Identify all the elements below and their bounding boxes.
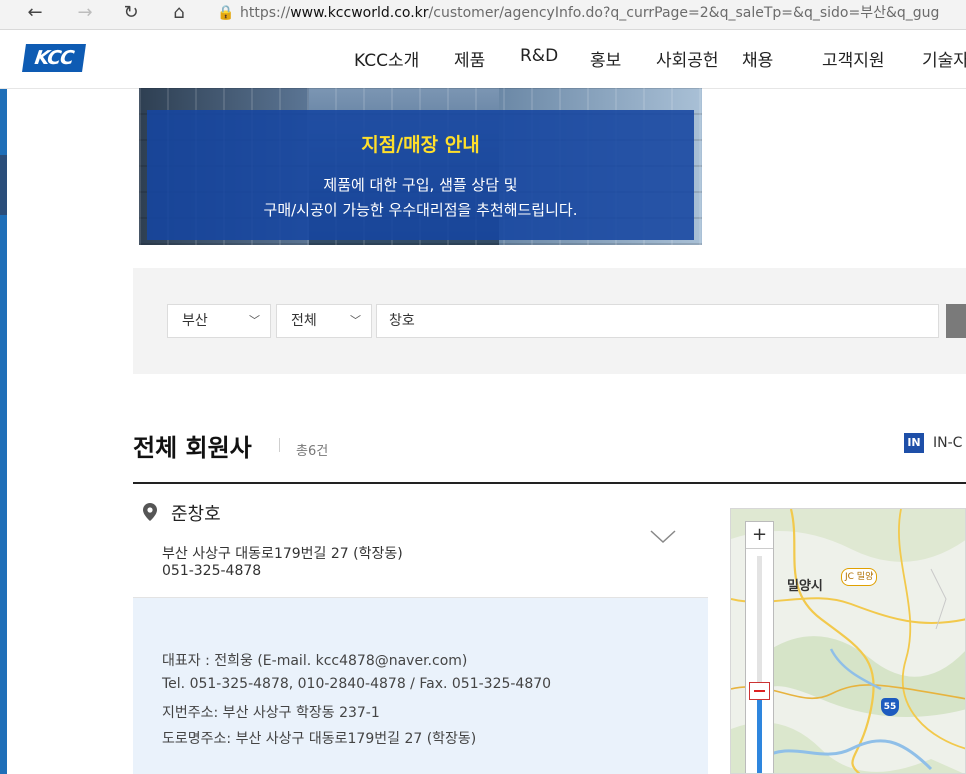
url-prefix: https:// — [240, 5, 291, 21]
hero-title: 지점/매장 안내 — [361, 134, 480, 156]
highway-shield-icon: 55 — [881, 698, 899, 716]
nav-item-products[interactable]: 제품 — [454, 46, 485, 71]
nav-item-csr[interactable]: 사회공헌 — [656, 46, 719, 71]
nav-item-support[interactable]: 고객지원 — [822, 46, 885, 71]
map-junction-label: JC 밀양 — [841, 568, 878, 586]
nav-item-rnd[interactable]: R&D — [520, 46, 558, 66]
map-pin-icon — [143, 503, 157, 521]
map-zoom-control: + — [745, 521, 774, 773]
title-separator — [279, 438, 280, 452]
forward-arrow-icon[interactable]: → — [74, 2, 96, 24]
map-view[interactable]: + 밀양시 JC 밀양 55 — [730, 508, 966, 774]
dealer-name[interactable]: 준창호 — [171, 500, 221, 526]
detail-contact: Tel. 051-325-4878, 010-2840-4878 / Fax. … — [162, 676, 552, 692]
nav-item-tech[interactable]: 기술자 — [922, 46, 966, 71]
detail-representative: 대표자 : 전희웅 (E-mail. kcc4878@naver.com) — [162, 653, 468, 669]
keyword-input[interactable]: 창호 — [376, 304, 939, 338]
detail-lot-address: 지번주소: 부산 사상구 학장동 237-1 — [162, 705, 380, 721]
search-panel: 부산 ﹀ 전체 ﹀ 창호 — [133, 268, 966, 374]
sido-select[interactable]: 부산 ﹀ — [167, 304, 271, 338]
gugun-select-value: 전체 — [291, 313, 317, 329]
back-arrow-icon[interactable]: ← — [24, 2, 46, 24]
kcc-logo[interactable]: KCC — [22, 44, 86, 72]
in-badge-icon: IN — [904, 433, 924, 453]
zoom-slider-handle[interactable] — [749, 682, 770, 700]
nav-item-pr[interactable]: 홍보 — [590, 46, 621, 71]
lock-icon: 🔒 — [217, 5, 235, 21]
chevron-down-icon: ﹀ — [249, 314, 260, 327]
url-host: www.kccworld.co.kr — [290, 5, 429, 21]
browser-toolbar: ← → ↻ ⌂ 🔒 https://www.kccworld.co.kr/cust… — [0, 0, 966, 30]
nav-item-careers[interactable]: 채용 — [742, 46, 773, 71]
hero-banner: 지점/매장 안내 제품에 대한 구입, 샘플 상담 및 구매/시공이 가능한 우… — [139, 88, 702, 245]
nav-item-about[interactable]: KCC소개 — [354, 46, 419, 71]
home-icon[interactable]: ⌂ — [168, 2, 190, 24]
zoom-slider-fill — [757, 694, 762, 773]
desktop-edge — [0, 0, 7, 774]
gugun-select[interactable]: 전체 ﹀ — [276, 304, 372, 338]
chevron-down-icon: ﹀ — [350, 314, 361, 327]
dealer-detail-panel: 대표자 : 전희웅 (E-mail. kcc4878@naver.com) Te… — [133, 598, 708, 774]
results-title: 전체 회원사 — [133, 434, 252, 462]
results-count: 총6건 — [296, 444, 329, 459]
reload-icon[interactable]: ↻ — [120, 2, 142, 24]
in-badge-label: IN-C — [933, 435, 963, 451]
map-city-label: 밀양시 — [787, 579, 823, 594]
detail-road-address: 도로명주소: 부산 사상구 대동로179번길 27 (학장동) — [162, 731, 477, 747]
dealer-phone: 051-325-4878 — [162, 563, 262, 579]
results-top-border — [133, 482, 966, 484]
hero-subtitle-line2: 구매/시공이 가능한 우수대리점을 추천해드립니다. — [263, 201, 578, 219]
address-bar[interactable]: 🔒 https://www.kccworld.co.kr/customer/age… — [212, 2, 966, 24]
hero-subtitle-line1: 제품에 대한 구입, 샘플 상담 및 — [323, 176, 518, 194]
url-path: /customer/agencyInfo.do?q_currPage=2&q_s… — [428, 5, 940, 21]
dealer-address: 부산 사상구 대동로179번길 27 (학장동) — [162, 546, 403, 562]
zoom-in-button[interactable]: + — [746, 522, 773, 549]
sido-select-value: 부산 — [182, 313, 208, 329]
chevron-down-icon[interactable] — [650, 530, 676, 544]
site-header: KCC KCC소개 제품 R&D 홍보 사회공헌 채용 고객지원 기술자 — [0, 30, 966, 89]
search-button[interactable] — [946, 304, 966, 338]
desktop-edge-notch — [0, 155, 7, 215]
